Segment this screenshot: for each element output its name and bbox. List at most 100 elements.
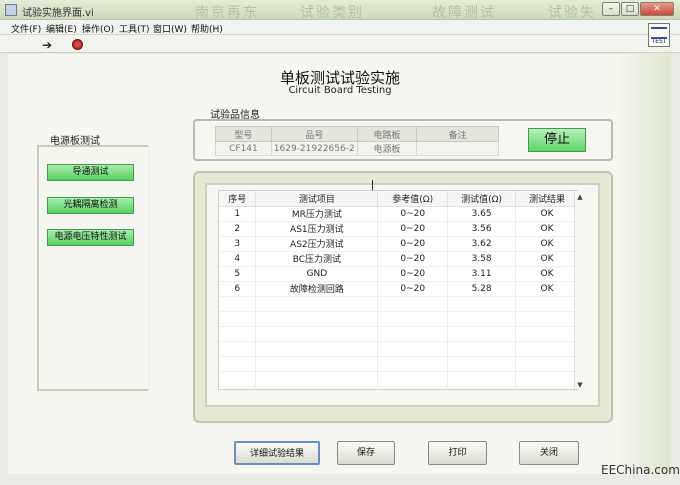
table-cell: AS2压力测试	[255, 236, 379, 252]
empty-table-row	[219, 296, 577, 312]
detailed-results-button[interactable]: 详细试验结果	[234, 441, 320, 465]
supply-voltage-test-button[interactable]: 电源电压特性测试	[47, 229, 134, 246]
table-cell: MR压力测试	[255, 206, 379, 222]
continuity-test-button[interactable]: 导通测试	[47, 164, 134, 181]
table-cell	[447, 326, 517, 342]
table-row: 6 故障检测回路 0~20 5.28 OK	[219, 281, 577, 297]
vi-test-icon: TEST	[648, 23, 670, 47]
table-row: 2 AS1压力测试 0~20 3.56 OK	[219, 221, 577, 237]
table-cell	[377, 371, 449, 387]
table-cell	[515, 326, 577, 342]
menu-file[interactable]: 文件(F)	[11, 22, 41, 35]
table-cell	[515, 341, 577, 357]
print-button[interactable]: 打印	[428, 441, 487, 465]
table-cell	[255, 296, 379, 312]
column-header: 测试项目	[255, 191, 379, 207]
table-cell	[255, 311, 379, 327]
table-cell	[255, 341, 379, 357]
column-header: 电路板	[356, 126, 418, 142]
results-scrollbar[interactable]	[574, 191, 586, 389]
table-cell	[515, 371, 577, 387]
background-window-tab: 南京再东	[195, 5, 259, 21]
table-cell	[219, 341, 257, 357]
table-cell: OK	[515, 251, 577, 267]
menu-operate[interactable]: 操作(O)	[82, 22, 114, 35]
table-cell	[255, 356, 379, 372]
table-cell: OK	[515, 221, 577, 237]
sample-remarks	[416, 141, 499, 156]
empty-table-row	[219, 311, 577, 327]
stop-button[interactable]: 停止	[528, 128, 586, 152]
sample-info-table: 型号 品号 电路板 备注 CF141 1629-21922656-2 电源板	[215, 126, 499, 156]
table-cell: 4	[219, 251, 257, 267]
maximize-button[interactable]: □	[621, 2, 639, 16]
column-header: 序号	[219, 191, 257, 207]
sample-part-number: 1629-21922656-2	[270, 141, 358, 156]
optocoupler-isolation-test-button[interactable]: 光耦隔离检测	[47, 197, 134, 214]
close-window-button[interactable]: ✕	[640, 2, 674, 16]
table-cell: 0~20	[377, 266, 449, 282]
table-cell: OK	[515, 206, 577, 222]
table-cell	[219, 311, 257, 327]
table-cell: 3.56	[447, 221, 517, 237]
window-title-bar: 试验实施界面.vi 南京再东 试验类别 故障测试 试验失 – □ ✕	[0, 0, 680, 21]
table-cell: OK	[515, 281, 577, 297]
table-cell	[377, 341, 449, 357]
table-cell	[447, 356, 517, 372]
table-cell	[219, 296, 257, 312]
scroll-up-arrow-icon[interactable]: ▲	[575, 193, 585, 201]
minimize-button[interactable]: –	[602, 2, 620, 16]
table-cell: 故障检测回路	[255, 281, 379, 297]
table-cell: 0~20	[377, 281, 449, 297]
menu-window[interactable]: 窗口(W)	[153, 22, 187, 35]
table-cell: 0~20	[377, 251, 449, 267]
table-cell: 3.62	[447, 236, 517, 252]
table-cell	[515, 296, 577, 312]
table-cell	[447, 311, 517, 327]
table-cell: 3.58	[447, 251, 517, 267]
menu-edit[interactable]: 编辑(E)	[46, 22, 77, 35]
run-arrow-icon[interactable]: ➔	[42, 38, 52, 52]
table-cell: GND	[255, 266, 379, 282]
table-cell	[219, 371, 257, 387]
table-cell: 3.65	[447, 206, 517, 222]
table-cell: 5.28	[447, 281, 517, 297]
close-button[interactable]: 关闭	[519, 441, 579, 465]
panel-shade	[618, 54, 670, 474]
menu-help[interactable]: 帮助(H)	[191, 22, 223, 35]
table-cell: 0~20	[377, 221, 449, 237]
table-cell: 3	[219, 236, 257, 252]
table-cell: 6	[219, 281, 257, 297]
table-cell	[255, 371, 379, 387]
table-cell	[377, 356, 449, 372]
watermark: EEChina.com	[601, 463, 680, 477]
empty-table-row	[219, 341, 577, 357]
table-row: 4 BC压力测试 0~20 3.58 OK	[219, 251, 577, 267]
table-cell: 0~20	[377, 206, 449, 222]
table-cell: OK	[515, 236, 577, 252]
save-button[interactable]: 保存	[337, 441, 395, 465]
column-header: 测试结果	[515, 191, 577, 207]
results-table[interactable]: 序号 测试项目 参考值(Ω) 测试值(Ω) 测试结果 1 MR压力测试 0~20 3.…	[218, 190, 578, 390]
column-header: 参考值(Ω)	[377, 191, 449, 207]
table-row: 5 GND 0~20 3.11 OK	[219, 266, 577, 282]
table-cell	[219, 356, 257, 372]
background-window-tab: 试验类别	[300, 5, 364, 21]
empty-table-row	[219, 326, 577, 342]
menu-tools[interactable]: 工具(T)	[119, 22, 150, 35]
table-cell: 1	[219, 206, 257, 222]
scroll-down-arrow-icon[interactable]: ▼	[575, 381, 585, 389]
empty-table-row	[219, 371, 577, 387]
table-cell	[377, 326, 449, 342]
column-header: 型号	[215, 126, 272, 142]
table-row: 3 AS2压力测试 0~20 3.62 OK	[219, 236, 577, 252]
table-cell	[255, 326, 379, 342]
table-cell: 5	[219, 266, 257, 282]
table-cell	[377, 311, 449, 327]
vi-file-icon	[5, 4, 17, 16]
table-row: 1 MR压力测试 0~20 3.65 OK	[219, 206, 577, 222]
text-cursor	[372, 180, 373, 190]
column-header: 测试值(Ω)	[447, 191, 517, 207]
toolbar	[0, 35, 680, 53]
abort-execution-icon[interactable]	[72, 39, 83, 50]
